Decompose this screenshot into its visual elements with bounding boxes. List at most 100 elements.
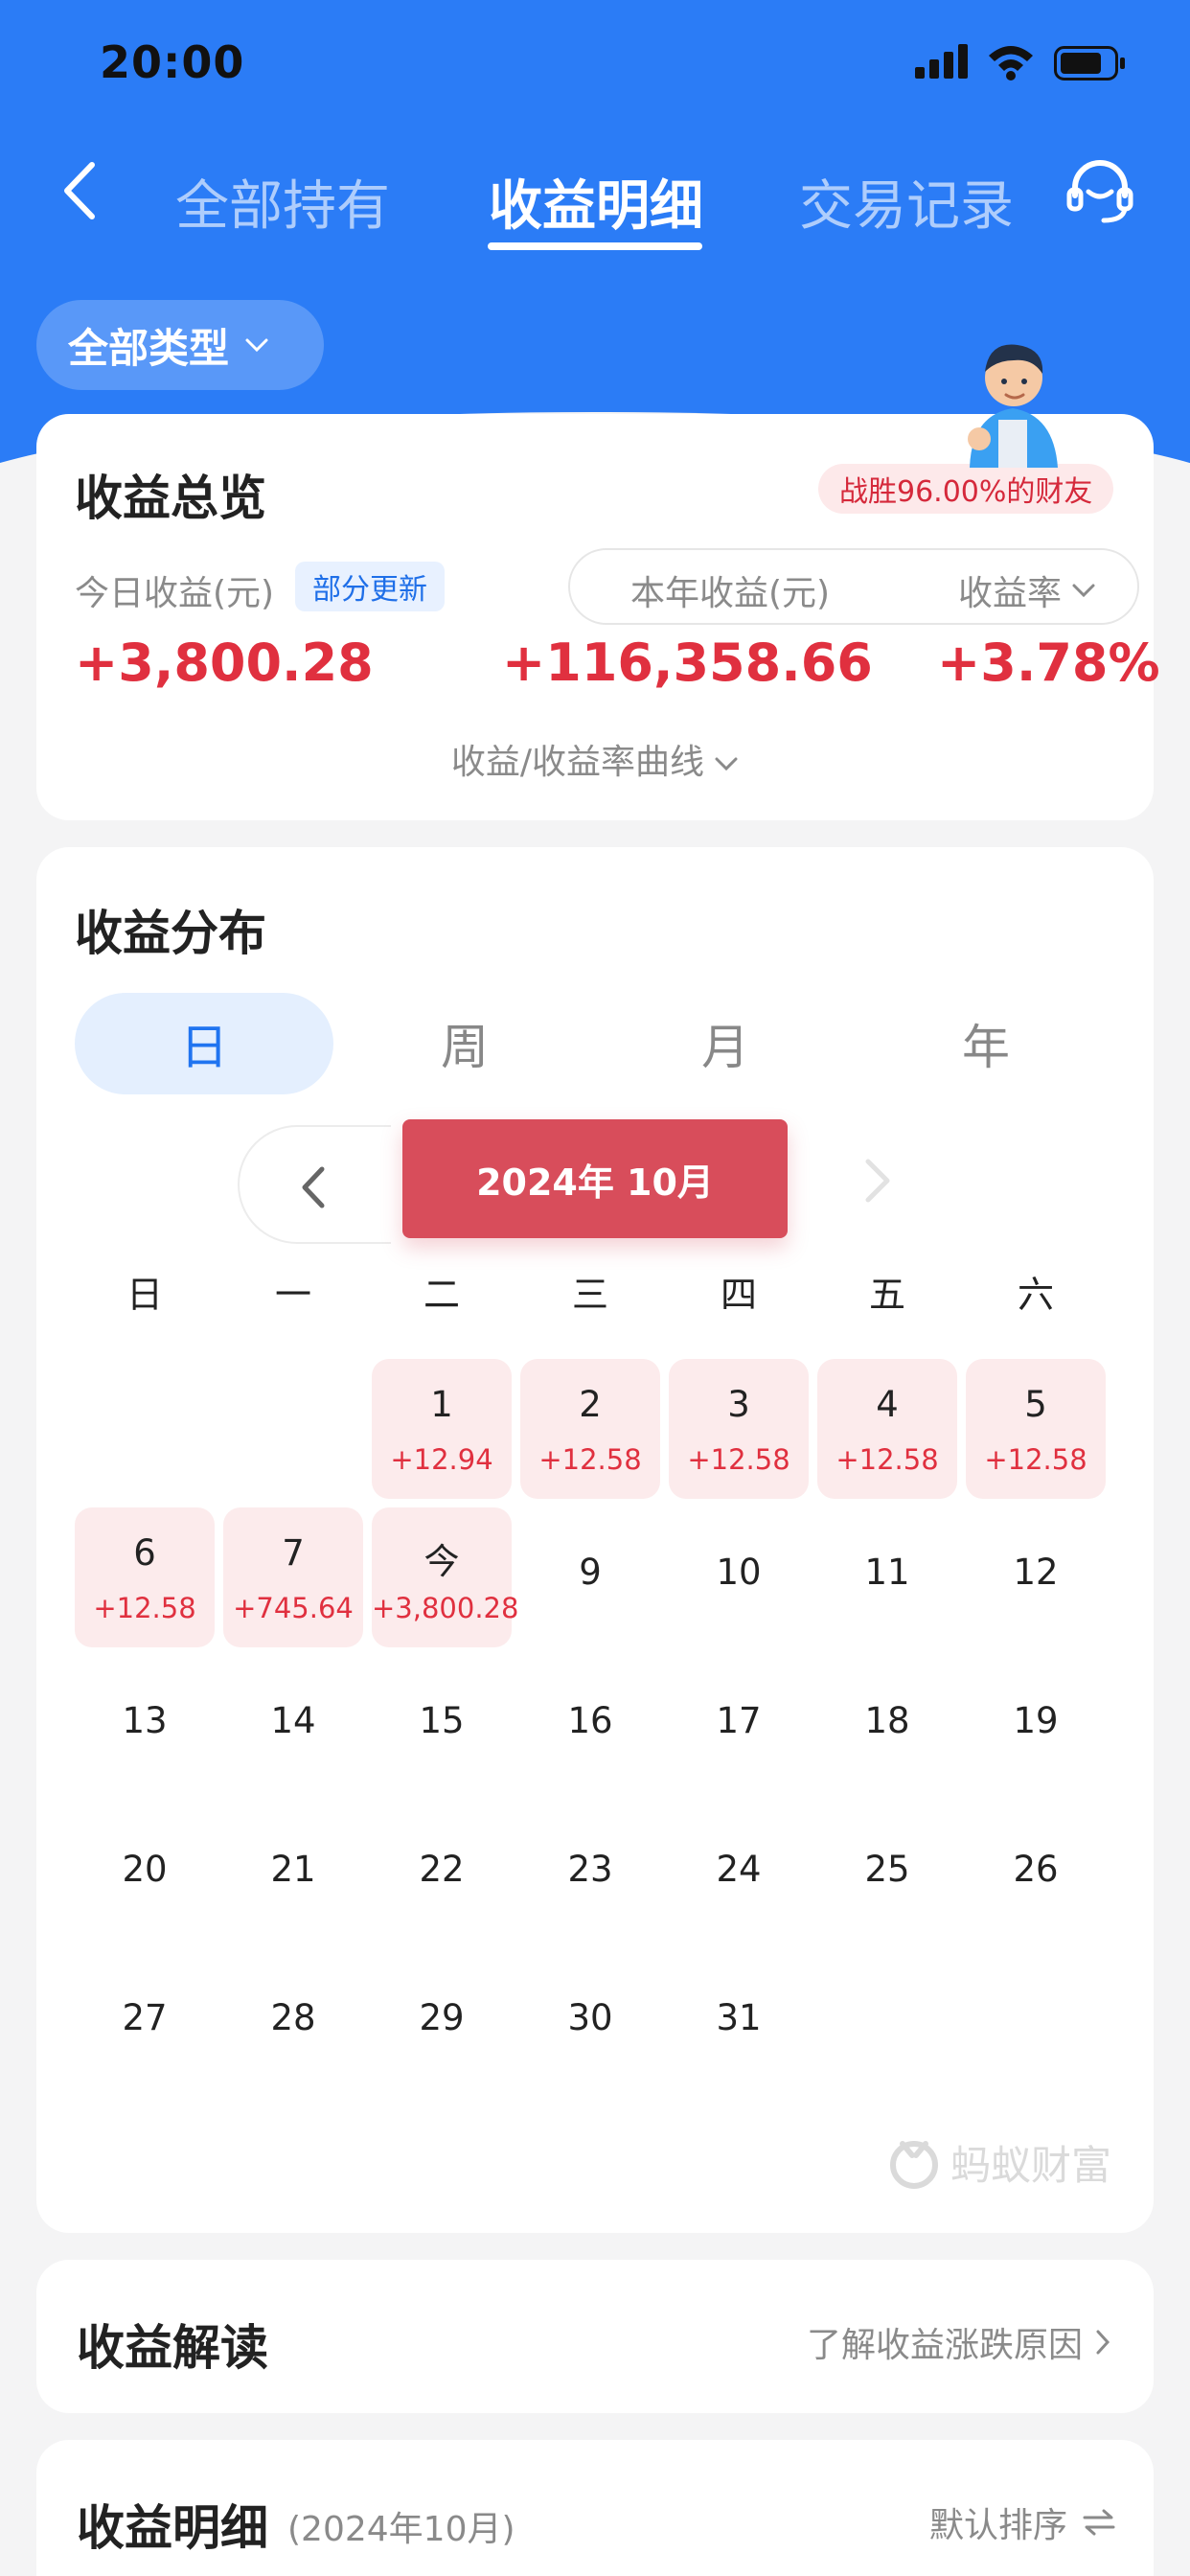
month-navigator: 2024年 10月 <box>36 1119 1154 1244</box>
day-number: 27 <box>122 1997 168 2038</box>
weekday-label: 二 <box>423 1274 460 1316</box>
rate-selector[interactable]: 收益率 <box>958 565 1096 615</box>
weekday-label: 四 <box>720 1274 757 1316</box>
calendar-day[interactable]: 10 <box>669 1507 809 1647</box>
calendar-day[interactable]: 今 +3,800.28 <box>372 1507 519 1647</box>
calendar-day[interactable]: 18 <box>817 1656 957 1796</box>
sort-button[interactable]: 默认排序 <box>929 2497 1115 2547</box>
calendar-day[interactable]: 20 <box>75 1805 215 1944</box>
calendar-day[interactable]: 26 <box>966 1805 1106 1944</box>
chevron-right-icon <box>1096 2330 1110 2355</box>
weekday-label: 六 <box>1017 1274 1054 1316</box>
income-interpretation-card[interactable]: 收益解读 了解收益涨跌原因 <box>36 2260 1154 2413</box>
curve-link-label: 收益/收益率曲线 <box>450 743 705 782</box>
tab-all-holdings[interactable]: 全部持有 <box>175 163 390 241</box>
tab-trade-records[interactable]: 交易记录 <box>799 163 1014 241</box>
calendar-day[interactable]: 14 <box>223 1656 363 1796</box>
day-number: 9 <box>579 1552 602 1593</box>
status-time: 20:00 <box>100 36 245 88</box>
day-number: 14 <box>270 1700 316 1741</box>
day-income: +745.64 <box>233 1592 354 1624</box>
calendar-day[interactable]: 24 <box>669 1805 809 1944</box>
calendar-day[interactable]: 5 +12.58 <box>966 1359 1106 1499</box>
current-month-pill[interactable]: 2024年 10月 <box>402 1119 788 1238</box>
active-tab-indicator <box>488 242 702 250</box>
calendar-day[interactable]: 30 <box>520 1953 660 2093</box>
status-bar: 20:00 <box>0 0 1190 125</box>
calendar-day[interactable]: 4 +12.58 <box>817 1359 957 1499</box>
day-number: 4 <box>876 1384 899 1425</box>
day-income: +12.58 <box>538 1443 642 1476</box>
income-detail-card: 收益明细 (2024年10月) 默认排序 <box>36 2440 1154 2576</box>
rate-value: +3.78% <box>937 632 1160 693</box>
period-tab-day[interactable]: 日 <box>75 993 333 1094</box>
year-income-label: 本年收益(元) <box>630 574 831 613</box>
calendar-day[interactable]: 23 <box>520 1805 660 1944</box>
day-number: 3 <box>727 1384 750 1425</box>
day-number: 18 <box>864 1700 910 1741</box>
income-distribution-card: 收益分布 日 周 月 年 2024年 10月 日一二三四五六 1 +12.94 2 +… <box>36 847 1154 2233</box>
calendar-day[interactable]: 28 <box>223 1953 363 2093</box>
mascot-illustration <box>968 344 1058 468</box>
calendar-day[interactable]: 2 +12.58 <box>520 1359 660 1499</box>
calendar-day[interactable]: 27 <box>75 1953 215 2093</box>
day-income: +12.58 <box>984 1443 1087 1476</box>
calendar-day[interactable]: 3 +12.58 <box>669 1359 809 1499</box>
curve-toggle-link[interactable]: 收益/收益率曲线 <box>36 734 1154 784</box>
weekday-label: 日 <box>126 1274 163 1316</box>
period-tab-month[interactable]: 月 <box>596 993 855 1094</box>
day-income: +3,800.28 <box>372 1592 519 1624</box>
calendar-day[interactable]: 31 <box>669 1953 809 2093</box>
calendar-day[interactable]: 15 <box>372 1656 512 1796</box>
day-number: 28 <box>270 1997 316 2038</box>
day-number: 10 <box>716 1552 762 1593</box>
day-number: 11 <box>864 1552 910 1593</box>
calendar-day[interactable]: 19 <box>966 1656 1106 1796</box>
distribution-title: 收益分布 <box>75 906 266 961</box>
rank-badge[interactable]: 战胜96.00%的财友 <box>818 464 1114 514</box>
brand-watermark: 蚂蚁财富 <box>887 2133 1111 2192</box>
calendar-day[interactable]: 9 <box>520 1507 660 1647</box>
calendar-day[interactable]: 22 <box>372 1805 512 1944</box>
day-number: 22 <box>419 1849 465 1890</box>
period-tab-year[interactable]: 年 <box>857 993 1115 1094</box>
calendar-day[interactable]: 7 +745.64 <box>223 1507 363 1647</box>
calendar-day[interactable]: 21 <box>223 1805 363 1944</box>
day-number: 20 <box>122 1849 168 1890</box>
type-filter-dropdown[interactable]: 全部类型 <box>36 300 324 390</box>
today-income-value: +3,800.28 <box>75 632 374 693</box>
period-tab-week[interactable]: 周 <box>335 993 594 1094</box>
top-nav: 全部持有 收益明细 交易记录 <box>0 144 1190 259</box>
day-number: 31 <box>716 1997 762 2038</box>
calendar-day[interactable]: 17 <box>669 1656 809 1796</box>
day-income: +12.58 <box>835 1443 939 1476</box>
chevron-down-icon <box>245 338 268 353</box>
today-income-label: 今日收益(元) <box>75 574 275 613</box>
brand-logo-icon <box>890 2140 938 2189</box>
tab-income-detail[interactable]: 收益明细 <box>489 163 703 241</box>
calendar-day[interactable]: 6 +12.58 <box>75 1507 215 1647</box>
weekday-header: 日一二三四五六 <box>36 1265 1154 1322</box>
calendar-day[interactable]: 13 <box>75 1656 215 1796</box>
chevron-down-icon <box>715 757 738 771</box>
period-tabs: 日 周 月 年 <box>75 993 1115 1094</box>
calendar-day[interactable]: 11 <box>817 1507 957 1647</box>
detail-month-subtitle: (2024年10月) <box>287 2510 515 2549</box>
day-number: 21 <box>270 1849 316 1890</box>
customer-service-icon[interactable] <box>1065 157 1134 226</box>
day-number: 13 <box>122 1700 168 1741</box>
interpretation-link[interactable]: 了解收益涨跌原因 <box>807 2317 1111 2367</box>
prev-month-button[interactable] <box>238 1125 391 1244</box>
day-number: 6 <box>133 1532 156 1574</box>
calendar-day[interactable]: 1 +12.94 <box>372 1359 512 1499</box>
next-month-chevron-icon[interactable] <box>858 1158 897 1204</box>
detail-title: 收益明细 <box>77 2500 268 2556</box>
day-number: 25 <box>864 1849 910 1890</box>
calendar-day[interactable]: 16 <box>520 1656 660 1796</box>
calendar-day[interactable]: 12 <box>966 1507 1106 1647</box>
calendar-day[interactable]: 25 <box>817 1805 957 1944</box>
calendar-day[interactable]: 29 <box>372 1953 512 2093</box>
day-number: 5 <box>1024 1384 1047 1425</box>
back-arrow-icon[interactable] <box>56 159 103 222</box>
wifi-icon <box>989 46 1033 80</box>
